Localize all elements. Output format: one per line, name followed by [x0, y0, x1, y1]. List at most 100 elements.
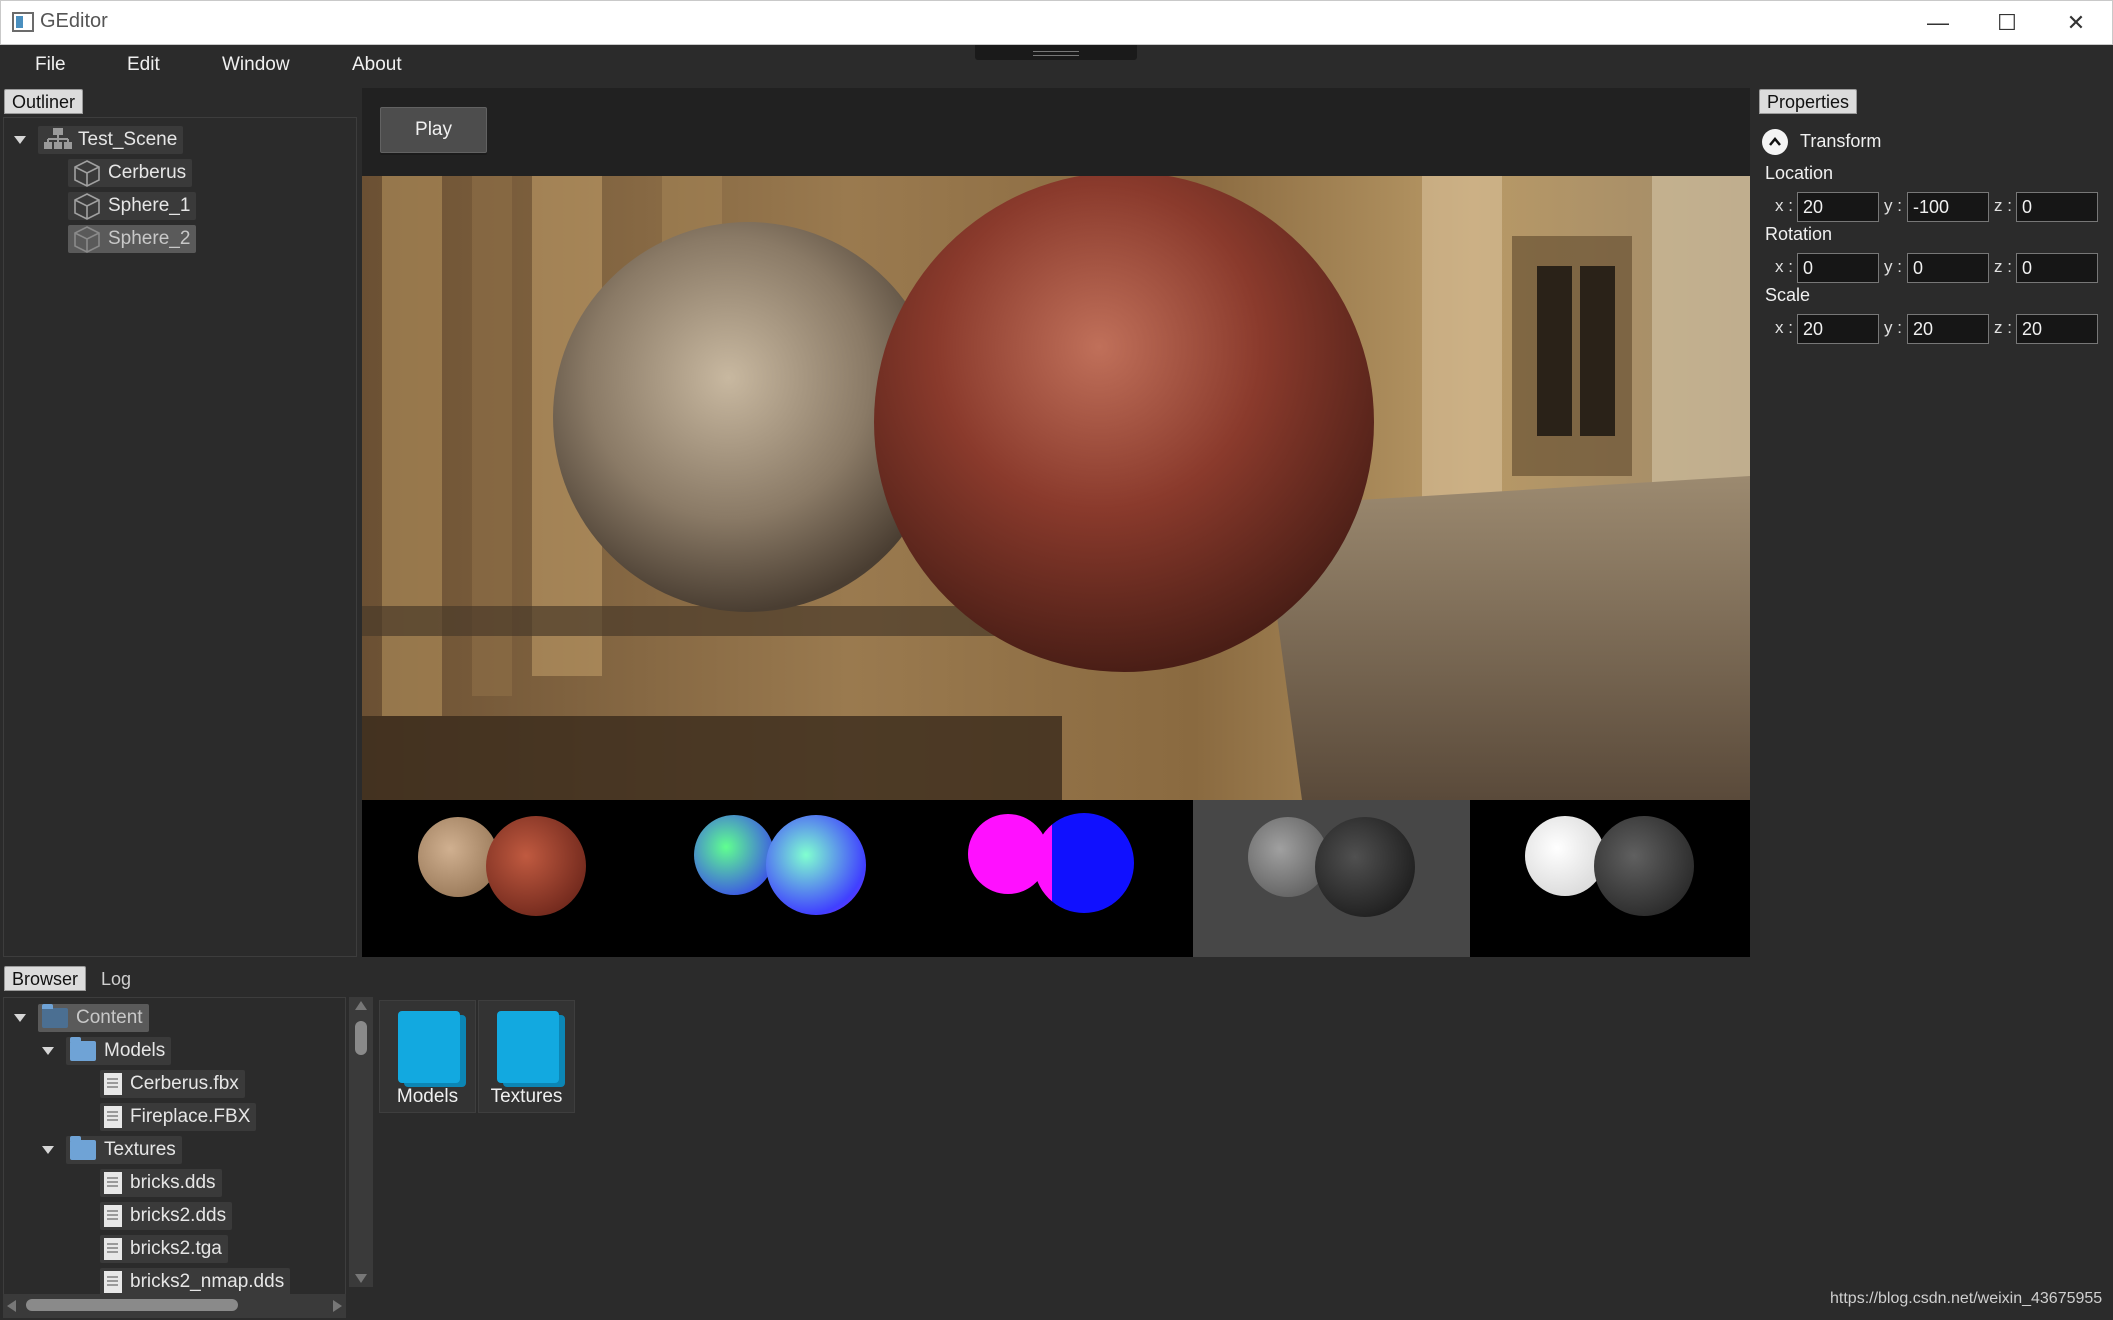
expand-arrow-icon[interactable] — [42, 1146, 54, 1154]
collapse-icon[interactable] — [1762, 129, 1788, 155]
location-x-field[interactable]: 20 — [1797, 192, 1879, 222]
metallic-preview[interactable] — [1470, 800, 1747, 957]
cube-icon — [74, 193, 100, 220]
scroll-up-icon[interactable] — [355, 1001, 367, 1010]
file-icon — [104, 1073, 122, 1095]
object-label: Sphere_1 — [108, 195, 191, 216]
watermark-text: https://blog.csdn.net/weixin_43675955 — [1830, 1290, 2103, 1307]
file-node[interactable]: bricks.dds — [100, 1169, 222, 1197]
folder-tile-models[interactable]: Models — [379, 1000, 476, 1113]
tree-row-sphere-2[interactable]: Sphere_2 — [68, 224, 197, 254]
tab-properties[interactable]: Properties — [1759, 89, 1858, 114]
file-label: bricks2_nmap.dds — [130, 1271, 285, 1292]
tangent-preview[interactable] — [916, 800, 1193, 957]
folder-node[interactable]: Textures — [66, 1136, 182, 1164]
content-label: Content — [76, 1007, 143, 1028]
folder-icon — [42, 1004, 68, 1028]
app-icon — [12, 12, 34, 32]
axis-y-label: y : — [1884, 318, 1902, 337]
dock-grip-handle[interactable] — [975, 45, 1137, 60]
vertical-scroll-thumb[interactable] — [355, 1021, 367, 1055]
tree-row-file[interactable]: Cerberus.fbx — [100, 1069, 245, 1099]
axis-z-label: z : — [1994, 318, 2012, 337]
file-node[interactable]: bricks2.dds — [100, 1202, 233, 1230]
window-title: GEditor — [40, 10, 108, 32]
menu-edit[interactable]: Edit — [127, 54, 160, 76]
minimize-button[interactable]: — — [1904, 0, 1972, 45]
tab-outliner[interactable]: Outliner — [4, 89, 84, 114]
maximize-button[interactable]: ☐ — [1973, 0, 2041, 45]
rotation-y-field[interactable]: 0 — [1907, 253, 1989, 283]
tree-row-file[interactable]: bricks.dds — [100, 1168, 222, 1198]
menu-window[interactable]: Window — [222, 54, 290, 76]
expand-arrow-icon[interactable] — [14, 136, 26, 144]
scale-x-field[interactable]: 20 — [1797, 314, 1879, 344]
folder-node[interactable]: Models — [66, 1037, 172, 1065]
location-z-field[interactable]: 0 — [2016, 192, 2098, 222]
file-node[interactable]: Cerberus.fbx — [100, 1070, 245, 1098]
tab-log[interactable]: Log — [93, 966, 139, 991]
expand-arrow-icon[interactable] — [42, 1047, 54, 1055]
close-button[interactable]: ✕ — [2042, 0, 2110, 45]
rotation-z-field[interactable]: 0 — [2016, 253, 2098, 283]
file-label: bricks2.dds — [130, 1205, 227, 1226]
scene-render — [362, 176, 1750, 800]
cube-icon — [74, 160, 100, 187]
object-node[interactable]: Sphere_1 — [68, 192, 197, 220]
file-node[interactable]: bricks2.tga — [100, 1235, 228, 1263]
file-node[interactable]: bricks2_nmap.dds — [100, 1268, 291, 1296]
albedo-preview[interactable] — [362, 800, 639, 957]
tree-row-cerberus[interactable]: Cerberus — [68, 158, 193, 188]
tree-row-textures[interactable]: Textures — [42, 1135, 182, 1165]
menu-about[interactable]: About — [352, 54, 402, 76]
menu-file[interactable]: File — [35, 54, 66, 76]
scale-y-field[interactable]: 20 — [1907, 314, 1989, 344]
tree-row-scene[interactable]: Test_Scene — [14, 125, 184, 155]
tree-row-file[interactable]: bricks2.dds — [100, 1201, 233, 1231]
tree-row-file[interactable]: Fireplace.FBX — [100, 1102, 257, 1132]
scale-z-field[interactable]: 20 — [2016, 314, 2098, 344]
tree-row-content[interactable]: Content — [14, 1003, 149, 1033]
rotation-x-field[interactable]: 0 — [1797, 253, 1879, 283]
horizontal-scroll-thumb[interactable] — [26, 1299, 238, 1311]
expand-arrow-icon[interactable] — [14, 1014, 26, 1022]
folder-tile-textures[interactable]: Textures — [478, 1000, 575, 1113]
normal-preview[interactable] — [639, 800, 916, 957]
object-node[interactable]: Cerberus — [68, 159, 193, 187]
scene-viewport[interactable] — [362, 176, 1750, 800]
scroll-left-icon[interactable] — [7, 1300, 16, 1312]
tree-row-file[interactable]: bricks2.tga — [100, 1234, 228, 1264]
tree-row-sphere-1[interactable]: Sphere_1 — [68, 191, 197, 221]
play-button[interactable]: Play — [380, 107, 487, 153]
file-icon — [104, 1205, 122, 1227]
folder-icon — [497, 1011, 559, 1083]
file-node[interactable]: Fireplace.FBX — [100, 1103, 257, 1131]
axis-x-label: x : — [1775, 196, 1793, 215]
cube-icon — [74, 226, 100, 253]
axis-z-label: z : — [1994, 257, 2012, 276]
folder-tile-label: Textures — [490, 1086, 563, 1107]
axis-x-label: x : — [1775, 318, 1793, 337]
scale-label: Scale — [1765, 285, 1811, 305]
scene-node[interactable]: Test_Scene — [38, 126, 184, 154]
folder-label: Textures — [104, 1139, 176, 1160]
file-label: bricks.dds — [130, 1172, 216, 1193]
scroll-down-icon[interactable] — [355, 1274, 367, 1283]
rotation-label: Rotation — [1765, 224, 1833, 244]
scroll-right-icon[interactable] — [333, 1300, 342, 1312]
roughness-preview[interactable] — [1193, 800, 1470, 957]
location-y-field[interactable]: -100 — [1907, 192, 1989, 222]
content-node[interactable]: Content — [38, 1004, 149, 1032]
scene-label: Test_Scene — [78, 129, 178, 150]
object-node-selected[interactable]: Sphere_2 — [68, 225, 197, 253]
folder-tile-label: Models — [396, 1086, 459, 1107]
folder-icon — [70, 1037, 96, 1061]
tree-row-file[interactable]: bricks2_nmap.dds — [100, 1267, 291, 1297]
tab-browser[interactable]: Browser — [4, 966, 87, 991]
tree-row-models[interactable]: Models — [42, 1036, 172, 1066]
file-icon — [104, 1271, 122, 1293]
axis-y-label: y : — [1884, 196, 1902, 215]
browser-tab-bar — [0, 963, 1755, 997]
content-view — [376, 997, 1755, 1320]
content-tree: Content Models Cerberus.fbx Fireplace.FB… — [3, 997, 346, 1315]
